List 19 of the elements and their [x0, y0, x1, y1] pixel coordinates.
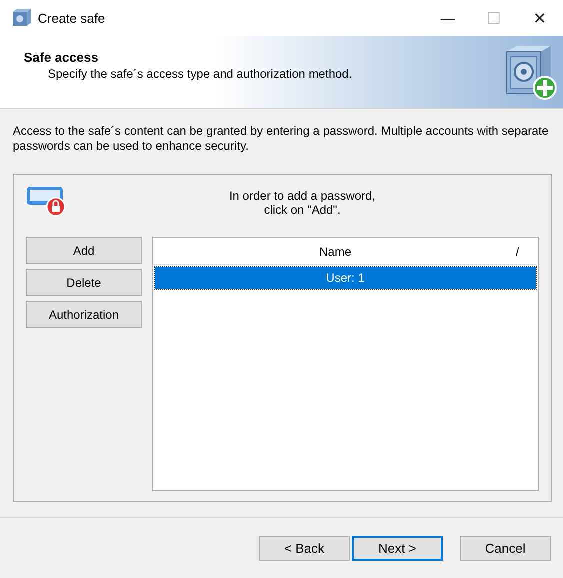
wizard-button[interactable]: < Back: [259, 536, 350, 560]
column-header[interactable]: Name /: [155, 240, 536, 265]
safe-add-icon: [505, 44, 557, 100]
hint-text: In order to add a password, click on "Add".: [228, 188, 377, 217]
wizard-button[interactable]: Cancel: [460, 536, 551, 560]
page-subtitle: Specify the safe´s access type and authorization method.: [47, 66, 352, 80]
close-button[interactable]: ✕: [517, 0, 563, 36]
safe-icon: [12, 9, 32, 27]
window-title: Create safe: [38, 10, 106, 26]
minimize-button[interactable]: —: [425, 0, 471, 36]
wizard-button[interactable]: Next >: [352, 536, 443, 560]
side-button[interactable]: Authorization: [26, 301, 142, 328]
side-button[interactable]: Add: [26, 237, 142, 264]
column-label: Name: [318, 245, 352, 259]
sort-indicator: /: [516, 245, 520, 259]
side-button[interactable]: Delete: [26, 269, 142, 296]
description-text: Access to the safe´s content can be granted by entering a password. Multiple accounts with separate passwords can be used to enhance security.: [13, 124, 550, 154]
page-title: Safe access: [24, 50, 100, 64]
list-row[interactable]: User: 1: [155, 267, 536, 289]
